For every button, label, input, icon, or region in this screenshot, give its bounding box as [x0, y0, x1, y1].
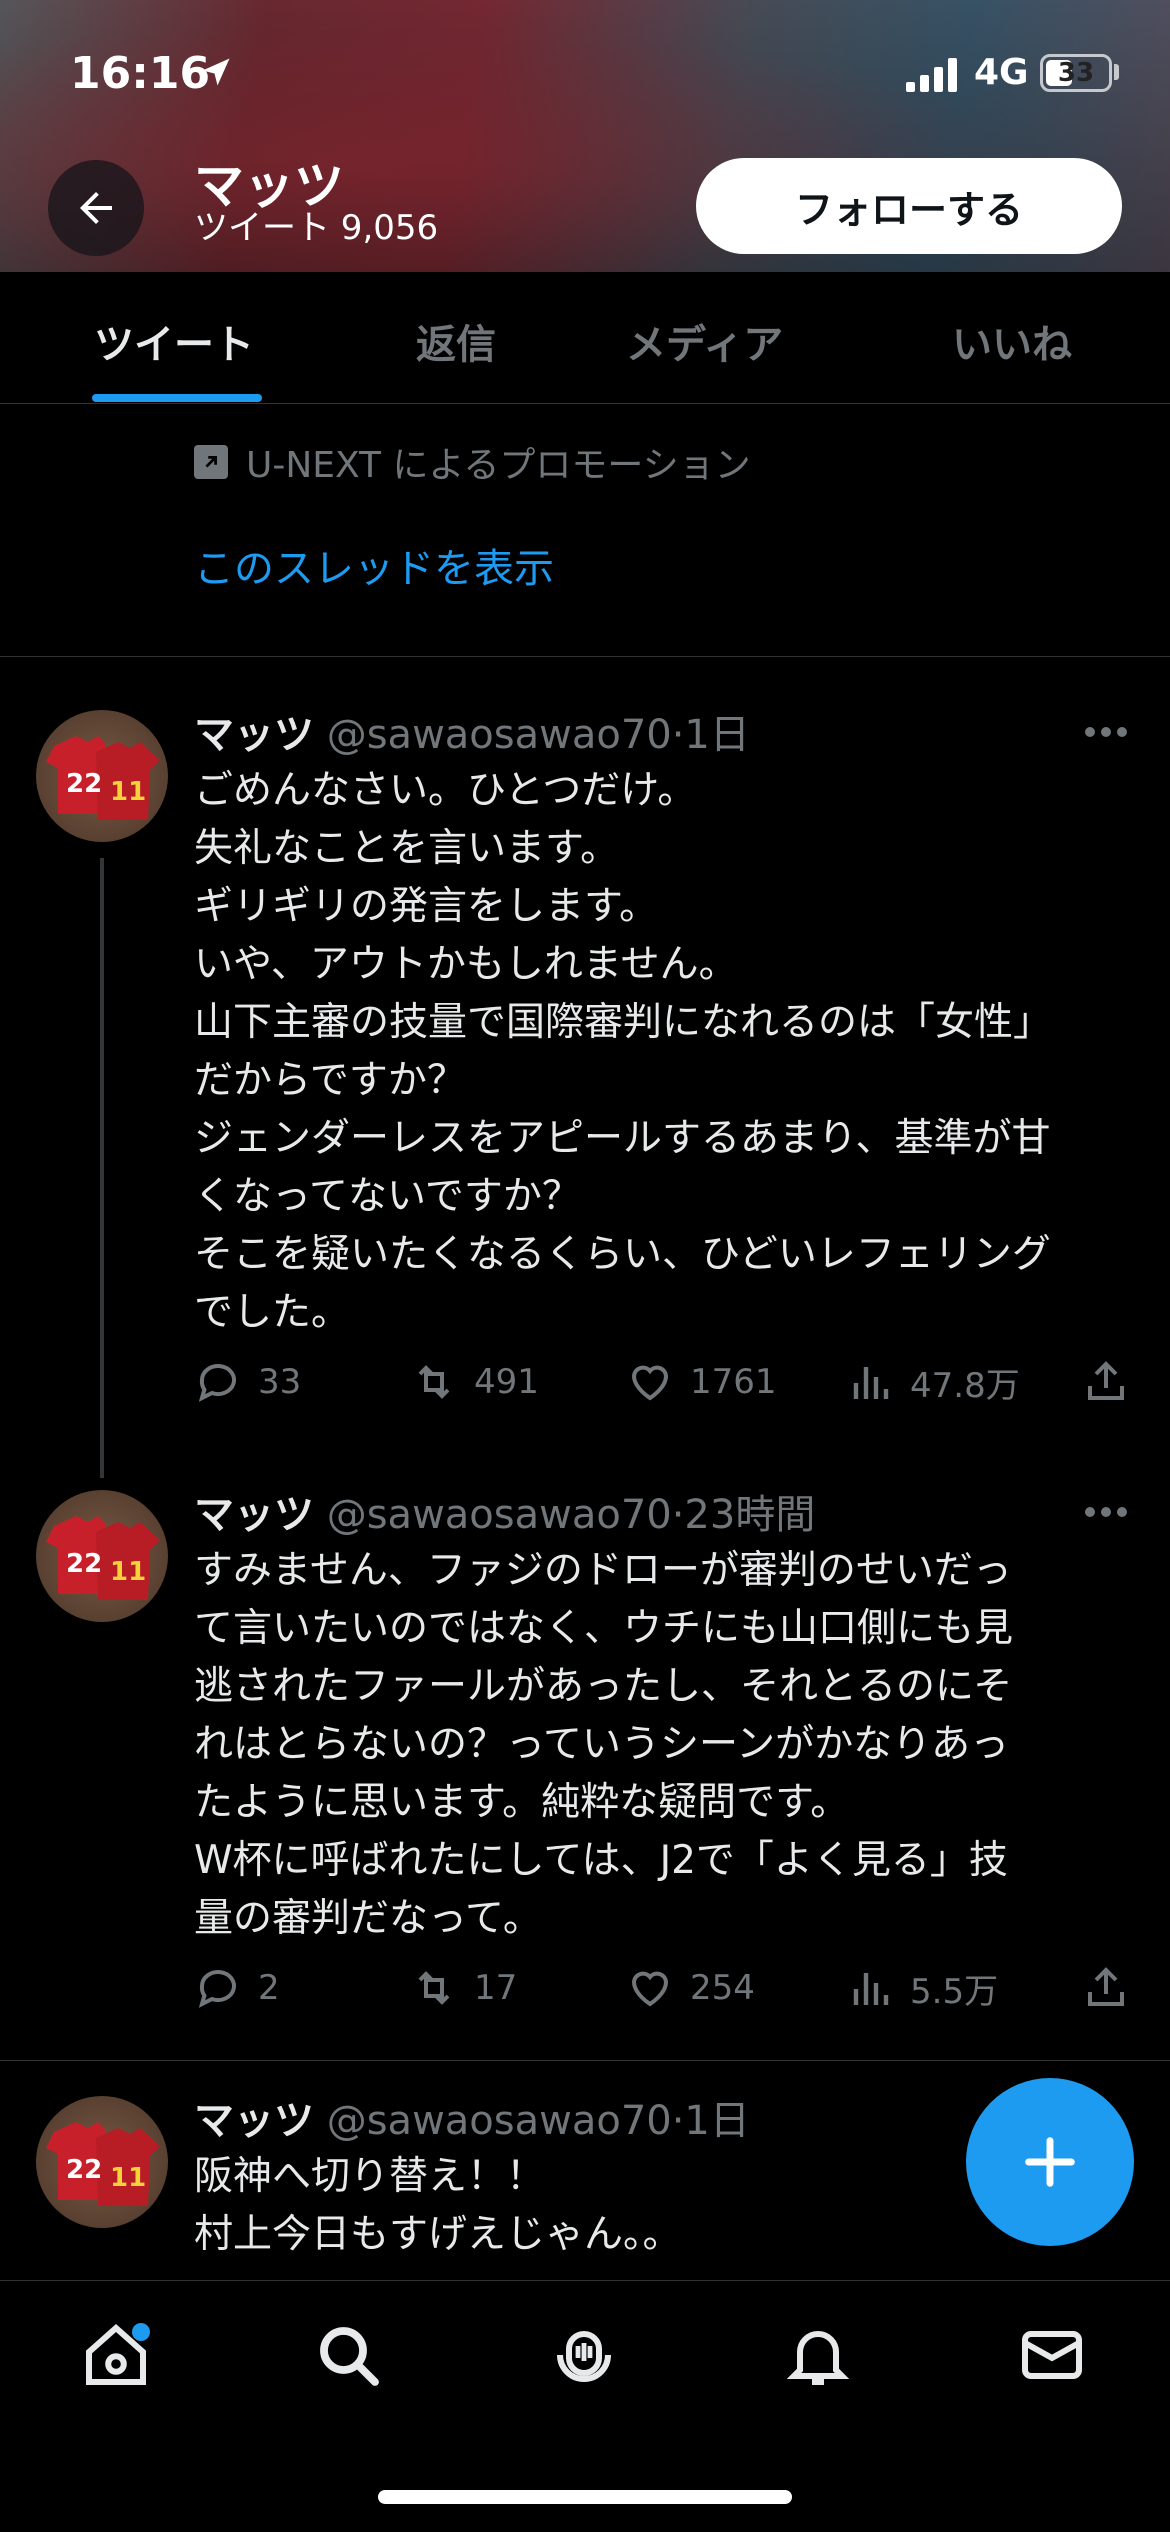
profile-tabs: ツイート 返信 メディア いいね — [0, 272, 1170, 404]
jersey-number-11: 11 — [110, 777, 146, 807]
like-button[interactable]: 254 — [626, 1964, 755, 2012]
jersey-avatar-image: 22 11 — [46, 1516, 160, 1600]
heart-icon — [631, 1365, 669, 1401]
tab-replies[interactable]: 返信 — [416, 312, 496, 370]
reply-icon — [198, 1970, 236, 2008]
jersey-avatar-image: 22 11 — [46, 2122, 160, 2206]
retweet-icon — [418, 1365, 450, 1399]
tweet-actions: 2 17 254 5.5万 — [194, 1964, 1134, 2024]
spaces-icon[interactable] — [548, 2319, 620, 2391]
follow-button[interactable]: フォローする — [696, 158, 1122, 254]
status-time: 16:16 — [70, 48, 211, 99]
tweet-count: ツイート 9,056 — [194, 208, 439, 248]
tweet-author-name[interactable]: マッツ — [194, 1492, 314, 1538]
tab-likes[interactable]: いいね — [952, 312, 1072, 370]
jersey-number-11: 11 — [110, 1557, 146, 1587]
views-button[interactable]: 47.8万 — [846, 1358, 1020, 1407]
like-count: 1761 — [690, 1362, 777, 1402]
like-count: 254 — [690, 1968, 755, 2008]
active-tab-indicator — [92, 394, 262, 402]
more-options-icon[interactable] — [1084, 726, 1128, 738]
tweet-author-handle[interactable]: @sawaosawao70 — [327, 712, 672, 758]
tweet-author-handle[interactable]: @sawaosawao70 — [327, 1492, 672, 1538]
mail-icon[interactable] — [1016, 2319, 1088, 2391]
jersey-number-22: 22 — [66, 1549, 102, 1579]
share-icon — [1088, 1967, 1124, 2006]
location-arrow-icon — [202, 58, 230, 86]
tweet-author-handle[interactable]: @sawaosawao70 — [327, 2098, 672, 2144]
jersey-number-22: 22 — [66, 2155, 102, 2185]
views-button[interactable]: 5.5万 — [846, 1964, 998, 2013]
compose-tweet-button[interactable] — [966, 2078, 1134, 2246]
reply-count: 2 — [258, 1968, 280, 2008]
view-count: 5.5万 — [910, 1972, 999, 2012]
avatar[interactable]: 22 11 — [36, 2096, 168, 2228]
share-icon — [1088, 1361, 1124, 1400]
share-button[interactable] — [1082, 1358, 1130, 1406]
tab-tweets[interactable]: ツイート — [94, 312, 254, 370]
search-icon[interactable] — [312, 2319, 384, 2391]
analytics-icon — [853, 1972, 889, 2005]
home-notification-dot — [132, 2323, 150, 2341]
tweet-author-name[interactable]: マッツ — [194, 2098, 314, 2144]
view-count: 47.8万 — [910, 1366, 1020, 1406]
thread-line — [100, 858, 104, 1478]
plus-icon — [1025, 2137, 1075, 2187]
retweet-button[interactable]: 491 — [410, 1358, 539, 1406]
status-bar: 16:16 4G 33 — [0, 0, 1170, 150]
tweet-header: マッツ @sawaosawao70·23時間 — [194, 1482, 815, 1540]
tweet-text: すみません、ファジのドローが審判のせいだっ て言いたいのではなく、ウチにも山口側… — [194, 1548, 1014, 1941]
retweet-button[interactable]: 17 — [410, 1964, 517, 2012]
tweet-actions: 33 491 1761 47.8万 — [194, 1358, 1134, 1418]
avatar[interactable]: 22 11 — [36, 710, 168, 842]
cellular-signal-icon — [906, 58, 957, 92]
tweet-time: ·1日 — [671, 2098, 750, 2144]
analytics-icon — [853, 1366, 889, 1399]
jersey-avatar-image: 22 11 — [46, 736, 160, 820]
retweet-count: 17 — [474, 1968, 518, 2008]
jersey-number-11: 11 — [110, 2163, 146, 2193]
like-button[interactable]: 1761 — [626, 1358, 777, 1406]
promoted-icon — [194, 445, 228, 479]
tweet-time: ·1日 — [671, 712, 750, 758]
tweet-author-name[interactable]: マッツ — [194, 712, 314, 758]
reply-button[interactable]: 2 — [194, 1964, 280, 2012]
retweet-icon — [418, 1971, 450, 2005]
tweet-time: ·23時間 — [671, 1492, 816, 1538]
bell-icon[interactable] — [782, 2319, 854, 2391]
network-type: 4G — [974, 52, 1029, 93]
avatar[interactable]: 22 11 — [36, 1490, 168, 1622]
promotion-text: U-NEXT によるプロモーション — [246, 445, 751, 486]
back-button[interactable] — [48, 160, 144, 256]
jersey-number-22: 22 — [66, 769, 102, 799]
divider — [0, 656, 1170, 657]
battery-level: 33 — [1057, 58, 1095, 88]
reply-count: 33 — [258, 1362, 302, 1402]
more-options-icon[interactable] — [1084, 1506, 1128, 1518]
home-indicator — [378, 2490, 792, 2504]
battery-icon: 33 — [1040, 54, 1112, 92]
battery-tip — [1114, 64, 1119, 80]
tweet-header: マッツ @sawaosawao70·1日 — [194, 2088, 750, 2146]
share-button[interactable] — [1082, 1964, 1130, 2012]
tweet-text: ごめんなさい。ひとつだけ。 失礼なことを言います。 ギリギリの発言をします。 い… — [194, 768, 1053, 1335]
reply-icon — [198, 1364, 236, 1402]
heart-icon — [631, 1971, 669, 2007]
reply-button[interactable]: 33 — [194, 1358, 301, 1406]
tweet-header: マッツ @sawaosawao70·1日 — [194, 702, 750, 760]
arrow-left-icon — [80, 192, 112, 224]
retweet-count: 491 — [474, 1362, 539, 1402]
promotion-label[interactable]: U-NEXT によるプロモーション — [194, 436, 751, 488]
divider — [0, 2060, 1170, 2061]
tab-media[interactable]: メディア — [626, 312, 783, 370]
show-thread-link[interactable]: このスレッドを表示 — [194, 536, 554, 594]
